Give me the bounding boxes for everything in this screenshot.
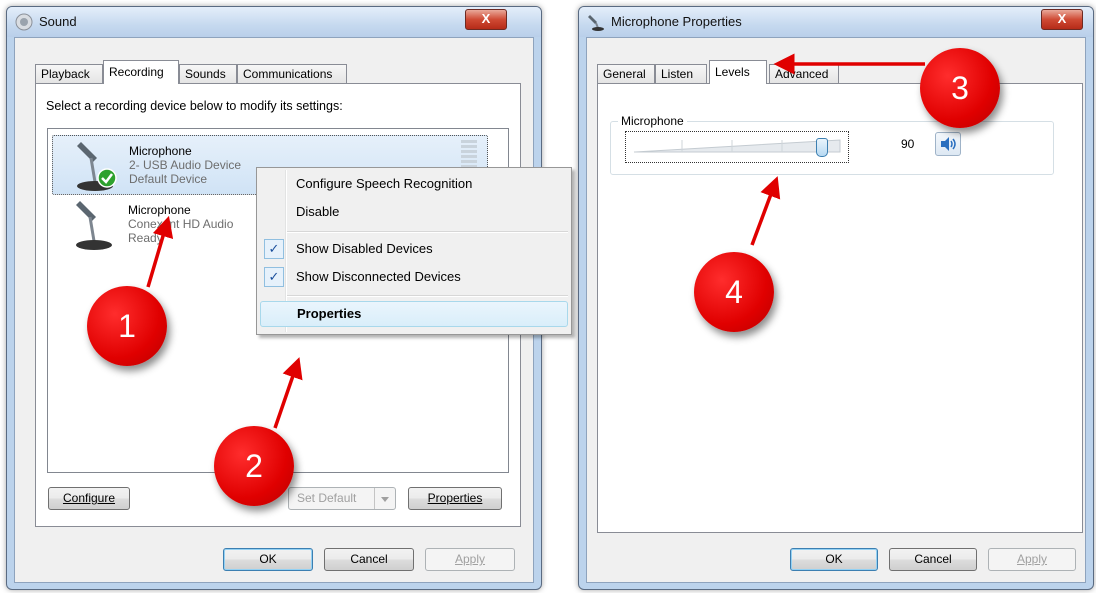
arrow-4 — [750, 176, 781, 246]
arrow-2 — [273, 357, 303, 429]
arrow-1 — [146, 215, 174, 288]
annotation-arrows — [146, 53, 925, 429]
